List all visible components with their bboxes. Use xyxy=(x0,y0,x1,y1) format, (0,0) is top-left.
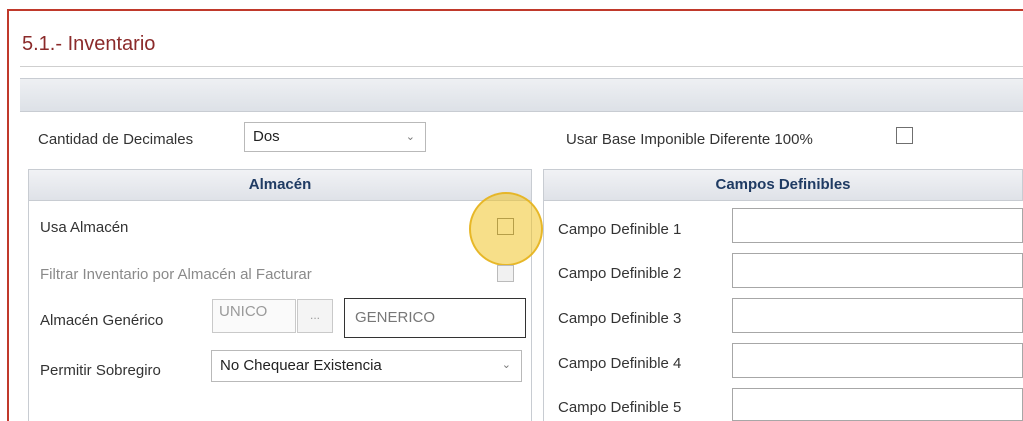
click-highlight xyxy=(469,192,543,266)
page-title: 5.1.- Inventario xyxy=(22,33,156,55)
permitir-sobregiro-select[interactable]: No Chequear Existencia ⌄ xyxy=(211,350,522,382)
campo-definible-5-label: Campo Definible 5 xyxy=(558,399,682,416)
almacen-panel-border-left xyxy=(28,200,29,421)
campo-definible-3-input[interactable] xyxy=(732,298,1023,333)
section-toolbar xyxy=(20,78,1023,112)
campos-panel-header: Campos Definibles xyxy=(543,169,1023,201)
title-divider xyxy=(20,66,1023,67)
permitir-sobregiro-label: Permitir Sobregiro xyxy=(40,362,161,379)
almacen-generico-code-input[interactable]: UNICO xyxy=(212,299,296,333)
sobregiro-select-value: No Chequear Existencia xyxy=(220,357,382,374)
decimals-label: Cantidad de Decimales xyxy=(38,131,194,148)
campo-definible-2-label: Campo Definible 2 xyxy=(558,265,682,282)
base-imponible-checkbox[interactable] xyxy=(896,127,913,144)
campo-definible-3-label: Campo Definible 3 xyxy=(558,310,682,327)
decimals-select-value: Dos xyxy=(253,128,280,145)
usa-almacen-label: Usa Almacén xyxy=(40,219,129,236)
window-frame-left xyxy=(7,9,9,421)
almacen-generico-label: Almacén Genérico xyxy=(40,312,164,329)
almacen-lookup-button[interactable]: ... xyxy=(297,299,333,333)
chevron-down-icon: ⌄ xyxy=(501,359,511,371)
almacen-generico-name-input[interactable]: GENERICO xyxy=(344,298,526,338)
decimals-select[interactable]: Dos ⌄ xyxy=(244,122,426,152)
filtrar-inventario-checkbox[interactable] xyxy=(497,265,514,282)
campo-definible-4-label: Campo Definible 4 xyxy=(558,355,682,372)
campo-definible-5-input[interactable] xyxy=(732,388,1023,421)
campo-definible-4-input[interactable] xyxy=(732,343,1023,378)
campo-definible-1-input[interactable] xyxy=(732,208,1023,243)
base-imponible-label: Usar Base Imponible Diferente 100% xyxy=(566,131,813,148)
almacen-panel-header: Almacén xyxy=(28,169,532,201)
campo-definible-1-label: Campo Definible 1 xyxy=(558,221,682,238)
campo-definible-2-input[interactable] xyxy=(732,253,1023,288)
chevron-down-icon: ⌄ xyxy=(405,131,415,143)
window-frame-top xyxy=(7,9,1023,11)
campos-panel-border-left xyxy=(543,200,544,421)
filtrar-inventario-label: Filtrar Inventario por Almacén al Factur… xyxy=(40,266,312,283)
